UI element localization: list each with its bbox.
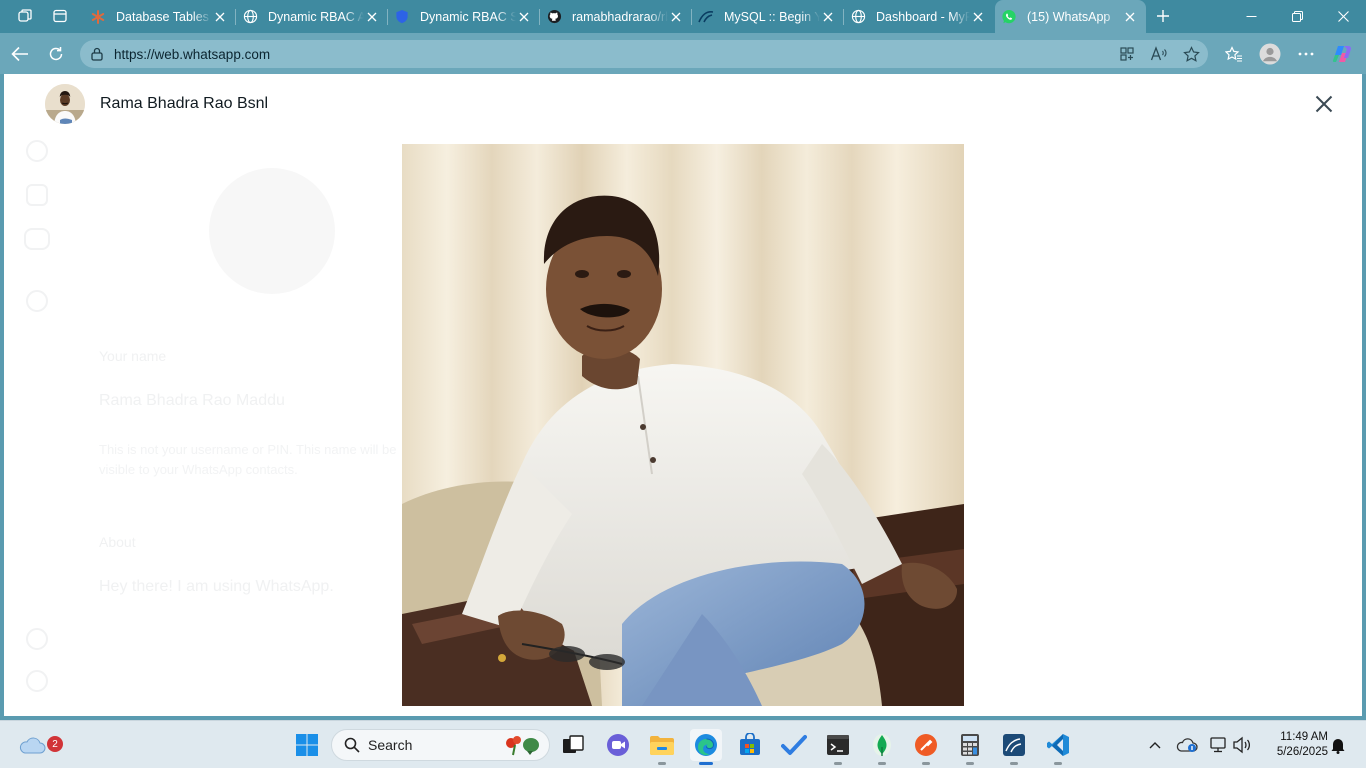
notification-bell-icon[interactable] [1326,733,1350,757]
new-tab-button[interactable] [1151,5,1175,27]
back-button[interactable] [7,41,33,67]
tab-actions-icon[interactable] [47,5,73,27]
whatsapp-icon [1001,9,1017,25]
name-label: Your name [99,348,167,364]
tab-title: MySQL :: Begin Your [724,9,820,24]
globe-icon [242,9,258,25]
profile-photo [402,144,964,706]
favorites-icon[interactable] [1221,41,1247,67]
workspaces-icon[interactable] [12,5,38,27]
read-aloud-icon[interactable] [1146,41,1172,67]
name-help-text: This is not your username or PIN. This n… [99,442,397,477]
globe-icon [850,9,866,25]
terminal-icon[interactable] [822,729,854,765]
file-explorer-icon[interactable] [646,729,678,765]
communities-icon [24,228,50,250]
close-tab-icon[interactable] [212,9,228,25]
network-icon[interactable] [1206,733,1230,757]
whatsapp-page: Your name Rama Bhadra Rao Maddu This is … [4,74,1362,716]
mongodb-compass-icon[interactable] [866,729,898,765]
tab-title: Dynamic RBAC Admin [268,9,364,24]
tab-dynamic-rbac-admin[interactable]: Dynamic RBAC Admin [236,0,388,33]
close-tab-icon[interactable] [668,9,684,25]
mysql-icon [698,9,714,25]
url-text: https://web.whatsapp.com [114,46,271,62]
weather-widget[interactable]: 2 [16,729,63,761]
shield-icon [394,9,410,25]
more-options-icon[interactable] [1293,41,1319,67]
lock-icon[interactable] [88,45,106,63]
windows-taskbar: 2 Search 11:49 AM 5/26/2025 [0,720,1366,768]
close-tab-icon[interactable] [820,9,836,25]
store-icon[interactable] [734,729,766,761]
tab-dashboard[interactable]: Dashboard - MyRBAC [844,0,994,33]
tab-title: Dashboard - MyRBAC [876,9,970,24]
asterisk-icon [90,9,106,25]
my-profile-icon [26,670,48,692]
restore-button[interactable] [1274,0,1320,33]
tab-mysql[interactable]: MySQL :: Begin Your [692,0,844,33]
mysql-workbench-icon[interactable] [998,729,1030,765]
close-viewer-button[interactable] [1310,90,1338,118]
app-available-icon[interactable] [1114,41,1140,67]
status-icon [26,140,48,162]
start-icon[interactable] [291,729,323,761]
notification-badge: 2 [47,736,63,752]
todo-icon[interactable] [778,729,810,761]
github-icon [546,9,562,25]
favorite-star-icon[interactable] [1178,41,1204,67]
profile-avatar[interactable] [1257,41,1283,67]
media-viewer-header: Rama Bhadra Rao Bsnl [4,74,1362,134]
close-window-button[interactable] [1320,0,1366,33]
taskbar-search[interactable]: Search [331,729,550,761]
search-icon [344,737,360,753]
contact-name: Rama Bhadra Rao Bsnl [100,95,269,112]
address-bar[interactable]: https://web.whatsapp.com [80,40,1208,68]
tab-whatsapp[interactable]: (15) WhatsApp [995,0,1146,33]
search-highlight-icon [506,736,539,756]
close-tab-icon[interactable] [970,9,986,25]
chevron-up-icon[interactable] [1143,733,1167,757]
clock-time: 11:49 AM [1280,731,1328,743]
meta-ai-icon [26,290,48,312]
onedrive-icon[interactable] [1175,733,1199,757]
profile-photo-background [209,168,335,294]
settings-icon [26,628,48,650]
contact-avatar[interactable] [45,84,85,124]
volume-icon[interactable] [1230,733,1254,757]
minimize-button[interactable] [1228,0,1274,33]
channels-icon [26,184,48,206]
tab-dynamic-rbac-system[interactable]: Dynamic RBAC System [388,0,540,33]
tab-title: Database Tables and [116,9,212,24]
about-value: Hey there! I am using WhatsApp. [99,578,334,595]
teams-chat-icon[interactable] [602,729,634,761]
tab-database-tables[interactable]: Database Tables and [84,0,236,33]
browser-tab-strip: Database Tables and Dynamic RBAC Admin D… [0,0,1366,33]
postman-icon[interactable] [910,729,942,765]
tab-github-repo[interactable]: ramabhadrarao/rbac [540,0,692,33]
close-icon [1315,95,1333,113]
search-placeholder: Search [368,737,413,753]
edge-icon[interactable] [690,729,722,765]
close-tab-icon[interactable] [364,9,380,25]
name-value: Rama Bhadra Rao Maddu [99,392,285,409]
refresh-button[interactable] [43,41,69,67]
vscode-icon[interactable] [1042,729,1074,765]
tab-title: Dynamic RBAC System [420,9,516,24]
system-clock[interactable]: 11:49 AM 5/26/2025 [1262,730,1328,760]
close-tab-icon[interactable] [516,9,532,25]
about-label: About [99,534,136,550]
copilot-icon[interactable] [1330,41,1356,67]
tab-title: (15) WhatsApp [1027,9,1111,24]
calculator-icon[interactable] [954,729,986,765]
task-view-icon[interactable] [557,729,589,761]
close-tab-icon[interactable] [1122,9,1138,25]
browser-toolbar: https://web.whatsapp.com [0,33,1366,74]
tab-title: ramabhadrarao/rbac [572,9,668,24]
clock-date: 5/26/2025 [1276,746,1328,758]
